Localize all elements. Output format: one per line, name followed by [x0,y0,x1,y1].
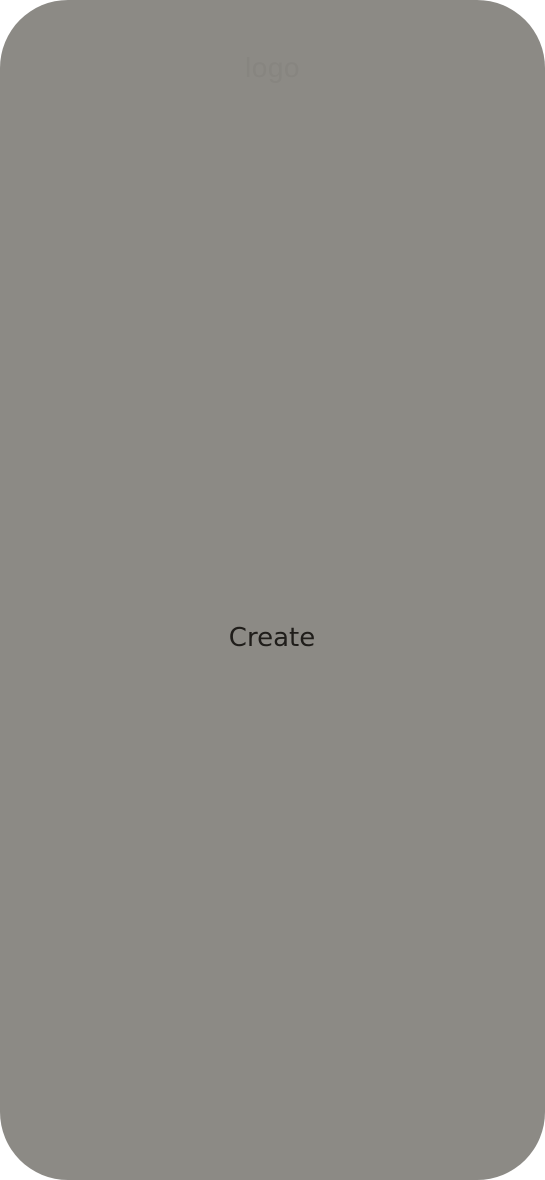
app-screen: logo Create [0,0,545,1180]
app-logo: logo [245,52,300,83]
create-button[interactable]: Create [182,606,362,670]
